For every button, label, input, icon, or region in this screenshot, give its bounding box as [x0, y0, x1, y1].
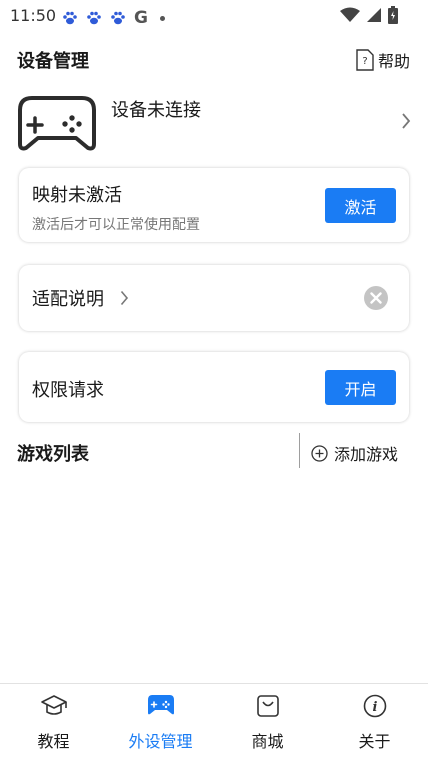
shopping-bag-icon [256, 695, 279, 717]
paw-notification-icon [63, 11, 77, 25]
add-game-label: 添加游戏 [334, 445, 399, 464]
add-game-button[interactable]: 添加游戏 [311, 441, 398, 465]
help-button[interactable]: ? 帮助 [356, 48, 410, 72]
game-list-title: 游戏列表 [17, 444, 89, 465]
paw-notification-icon [87, 11, 101, 25]
mapping-status-card: 映射未激活 激活后才可以正常使用配置 激活 [19, 168, 409, 242]
svg-text:i: i [372, 700, 377, 715]
divider [299, 433, 300, 468]
nav-item-store[interactable]: 商城 [214, 684, 321, 762]
nav-label-about: 关于 [358, 732, 391, 751]
device-status-text: 设备未连接 [111, 100, 201, 121]
battery-icon [388, 6, 398, 24]
svg-text:?: ? [362, 56, 367, 67]
close-circle-icon[interactable] [364, 286, 388, 310]
adaptation-info-title: 适配说明 [32, 289, 104, 310]
permission-request-title: 权限请求 [32, 380, 104, 401]
info-icon: i [363, 694, 386, 718]
status-time: 11:50 [10, 6, 57, 25]
device-connection-row[interactable]: 设备未连接 [0, 86, 428, 156]
gamepad-icon [18, 96, 96, 151]
nav-item-peripheral-management[interactable]: 外设管理 [107, 684, 214, 762]
add-circle-icon [311, 444, 328, 462]
permission-request-card: 权限请求 开启 [19, 352, 409, 422]
nav-item-tutorial[interactable]: 教程 [0, 684, 107, 762]
notification-icons: G [62, 8, 165, 28]
nav-label-store: 商城 [251, 732, 284, 751]
page-title: 设备管理 [17, 51, 89, 72]
help-document-icon: ? [356, 49, 374, 71]
mapping-status-title: 映射未激活 [32, 185, 122, 206]
activate-button[interactable]: 激活 [325, 188, 396, 223]
more-notifications-dot-icon [159, 15, 165, 21]
gamepad-icon [147, 695, 174, 715]
chevron-right-icon [402, 113, 411, 129]
nav-item-about[interactable]: i 关于 [321, 684, 428, 762]
google-notification-icon: G [134, 8, 148, 28]
graduation-cap-icon [40, 695, 67, 715]
cell-signal-icon [367, 8, 381, 22]
chevron-right-icon [120, 290, 129, 306]
wifi-icon [340, 7, 360, 22]
nav-label-tutorial: 教程 [37, 732, 70, 751]
mapping-status-subtitle: 激活后才可以正常使用配置 [32, 217, 200, 233]
nav-label-peripheral-management: 外设管理 [128, 732, 193, 751]
paw-notification-icon [111, 11, 125, 25]
adaptation-info-card[interactable]: 适配说明 [19, 265, 409, 331]
status-bar: 11:50 G [0, 0, 428, 32]
bottom-navigation: 教程 外设管理 商城 i 关于 [0, 683, 428, 762]
help-label: 帮助 [378, 52, 411, 71]
enable-permission-button[interactable]: 开启 [325, 370, 396, 405]
